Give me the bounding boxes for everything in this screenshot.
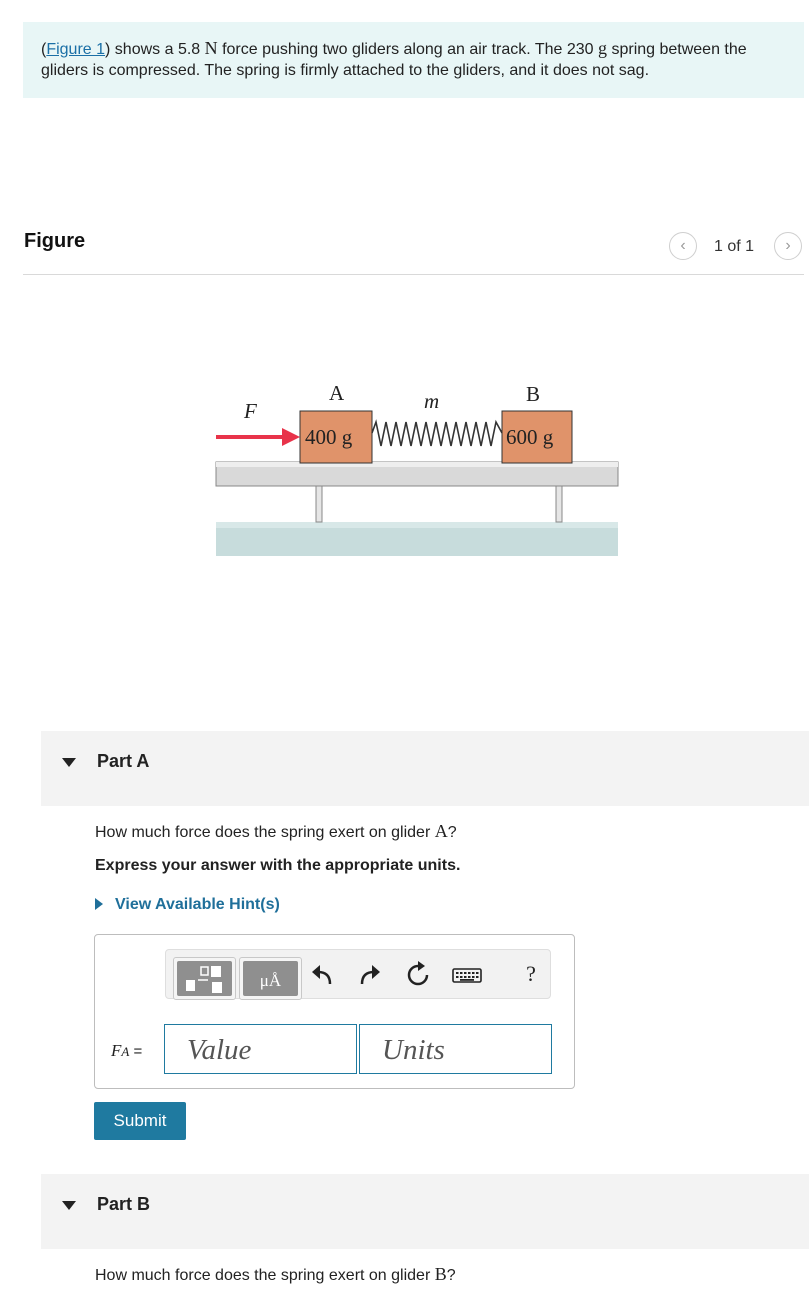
track-leg-right [555, 485, 563, 523]
unit-newton: N [204, 38, 218, 58]
intro-text-1: shows a 5.8 [110, 41, 205, 58]
collapse-triangle-icon [62, 758, 76, 767]
figure-page-count: 1 of 1 [713, 238, 754, 255]
intro-text-2: force pushing two gliders along an air t… [217, 41, 599, 58]
glider-b-label: B [526, 382, 540, 406]
units-icon: μÅ [243, 961, 298, 996]
units-input[interactable]: Units [359, 1024, 552, 1074]
answer-box: μÅ ? FA = Value Units [94, 934, 575, 1089]
glider-a-mass: 400 g [305, 425, 353, 449]
submit-button[interactable]: Submit [94, 1102, 186, 1140]
unit-gram: g [598, 38, 608, 58]
part-b-question: How much force does the spring exert on … [95, 1264, 456, 1284]
force-label: F [243, 399, 257, 423]
chevron-right-icon: › [785, 237, 791, 254]
glider-b-mass: 600 g [506, 425, 554, 449]
chevron-left-icon: ‹ [680, 237, 686, 254]
part-a-label: Part A [97, 751, 150, 771]
problem-statement: (Figure 1) shows a 5.8 N force pushing t… [23, 22, 804, 98]
track-leg-left [315, 485, 323, 523]
figure-link[interactable]: Figure 1 [46, 41, 105, 58]
figure-header: Figure ‹ 1 of 1 › [23, 230, 804, 275]
units-button[interactable]: μÅ [239, 957, 302, 1000]
reset-icon[interactable] [403, 960, 433, 990]
glider-a-variable: A [434, 821, 448, 841]
part-b-label: Part B [97, 1194, 151, 1214]
redo-icon[interactable] [354, 960, 384, 990]
answer-variable-label: FA = [111, 1041, 143, 1060]
keyboard-icon[interactable] [451, 960, 483, 990]
spring-mass-label: m [424, 389, 439, 413]
spring [371, 419, 503, 447]
value-input[interactable]: Value [164, 1024, 357, 1074]
view-hints-link[interactable]: View Available Hint(s) [95, 896, 280, 914]
force-arrow-head [282, 428, 300, 446]
glider-b-variable: B [434, 1264, 447, 1284]
answer-instruction: Express your answer with the appropriate… [95, 857, 461, 874]
collapse-triangle-icon [62, 1201, 76, 1210]
previous-figure-button[interactable]: ‹ [669, 232, 697, 260]
figure-title: Figure [24, 230, 86, 252]
expand-triangle-icon [95, 898, 103, 910]
part-b-header[interactable]: Part B [41, 1174, 809, 1249]
glider-figure: F A m B 400 g 600 g [215, 381, 619, 556]
part-a-question: How much force does the spring exert on … [95, 821, 457, 841]
undo-icon[interactable] [308, 960, 338, 990]
next-figure-button[interactable]: › [774, 232, 802, 260]
help-button[interactable]: ? [516, 959, 546, 989]
math-toolbar: μÅ ? [165, 949, 551, 1000]
templates-icon [177, 961, 232, 996]
templates-button[interactable] [173, 957, 236, 1000]
glider-a-label: A [329, 381, 345, 405]
figure-pager: ‹ 1 of 1 › [662, 232, 802, 262]
part-a-header[interactable]: Part A [41, 731, 809, 806]
